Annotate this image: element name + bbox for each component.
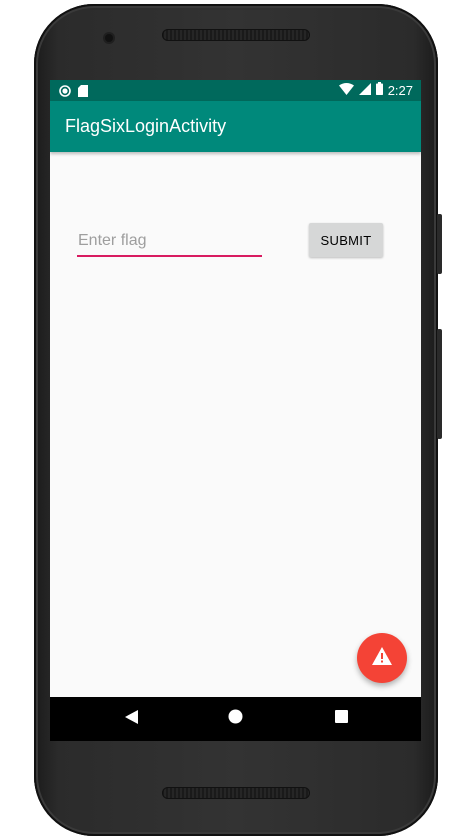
navigation-bar [50,697,421,741]
front-camera [105,34,113,42]
power-button [437,214,442,274]
app-bar: FlagSixLoginActivity [50,101,421,152]
submit-button[interactable]: SUBMIT [309,223,383,257]
status-left-icons [59,84,88,102]
home-button[interactable] [205,697,265,741]
flag-input[interactable] [77,227,262,257]
wifi-icon [338,82,354,98]
device-screen: 2:27 FlagSixLoginActivity SUBMIT [50,80,421,741]
volume-button [437,329,442,439]
battery-icon [375,82,383,98]
status-bar: 2:27 [50,80,421,101]
notification-dot-icon [59,84,71,102]
recents-icon [334,710,348,728]
status-right-icons: 2:27 [338,82,413,98]
signal-icon [358,82,371,98]
status-time: 2:27 [387,82,413,98]
page-title: FlagSixLoginActivity [65,116,227,136]
recents-button[interactable] [311,697,371,741]
home-icon [228,709,243,729]
bottom-speaker [162,787,310,799]
warning-icon [372,646,392,670]
back-icon [124,709,138,729]
warning-fab-button[interactable] [357,633,407,683]
back-button[interactable] [101,697,161,741]
sd-card-icon [78,84,88,102]
top-speaker [162,29,310,41]
